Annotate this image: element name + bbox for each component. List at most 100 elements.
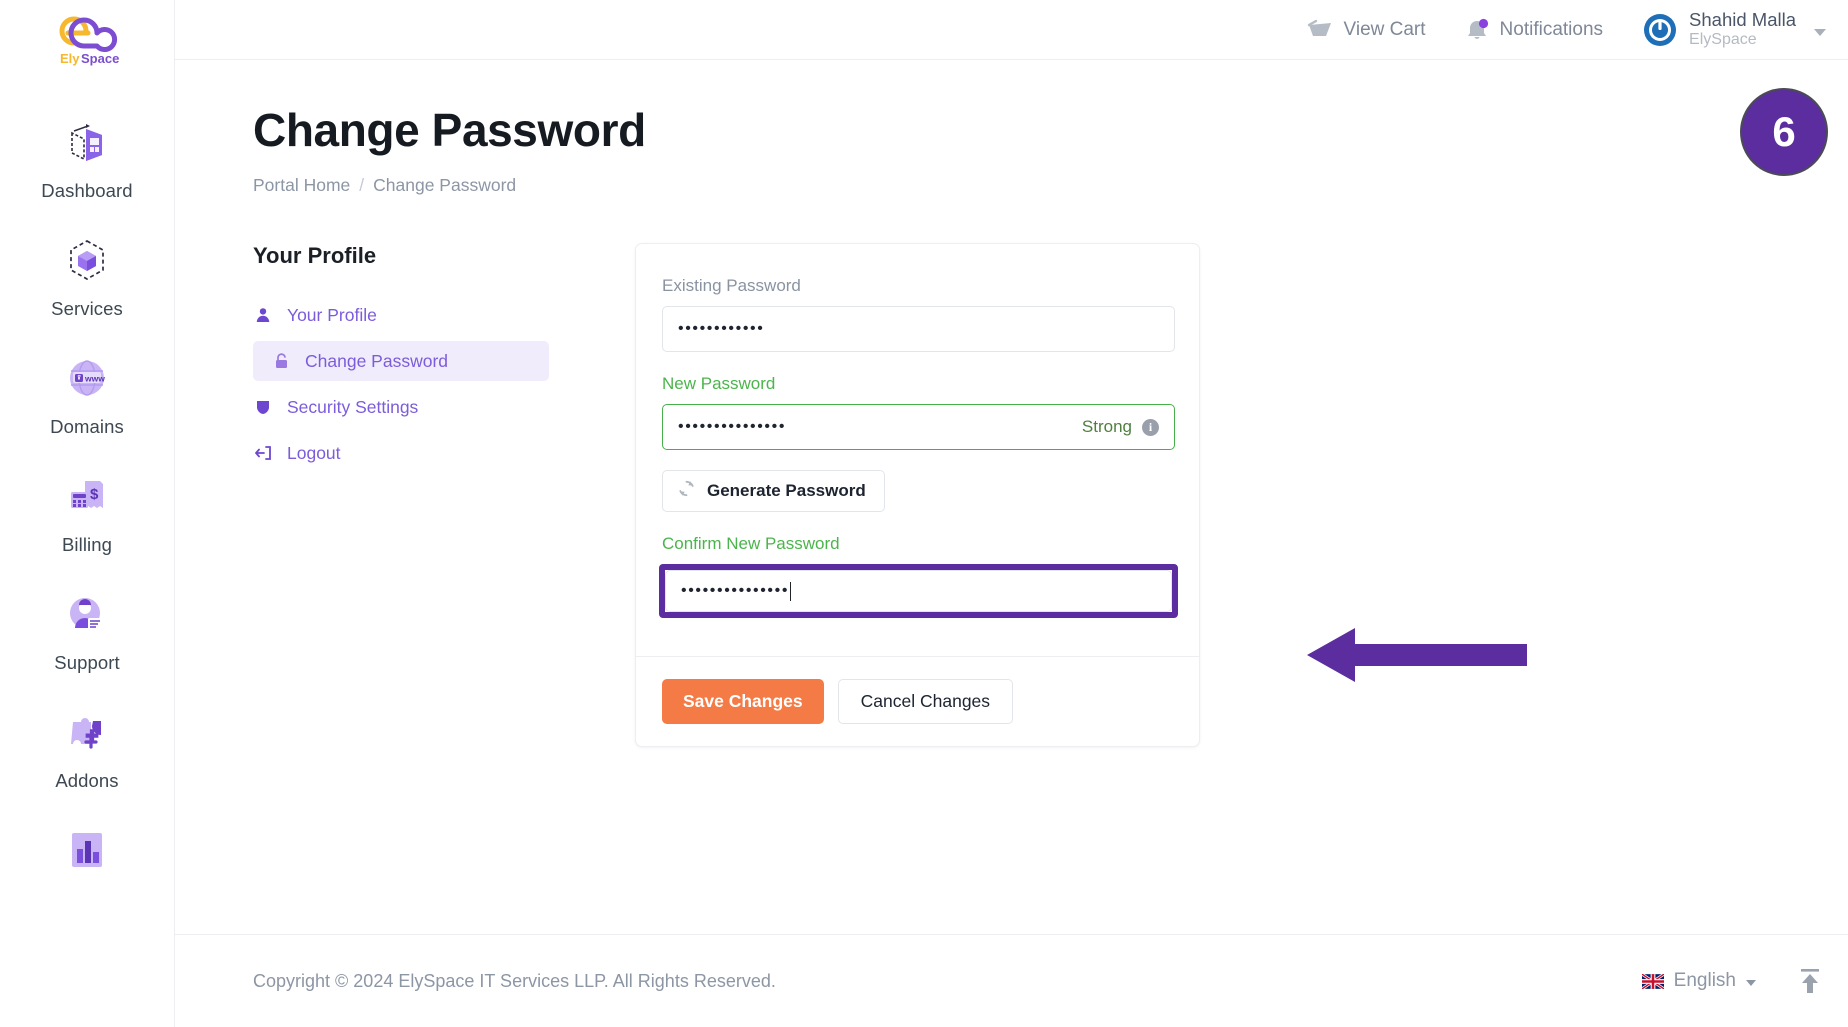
notifications-label: Notifications <box>1499 18 1604 40</box>
new-password-field: New Password ••••••••••••••• Strong i <box>662 374 1175 451</box>
scroll-to-top-button[interactable] <box>1798 968 1822 994</box>
user-name: Shahid Malla <box>1689 9 1796 31</box>
dashboard-icon <box>59 114 115 170</box>
sidebar-item-support[interactable]: Support <box>0 570 174 688</box>
page-footer: Copyright © 2024 ElySpace IT Services LL… <box>175 934 1848 1027</box>
breadcrumb-current: Change Password <box>373 175 517 196</box>
profile-nav-item-change-password[interactable]: Change Password <box>253 341 549 382</box>
generate-password-label: Generate Password <box>707 481 866 501</box>
breadcrumb-portal-home[interactable]: Portal Home <box>253 175 350 196</box>
sidebar-item-dashboard[interactable]: Dashboard <box>0 98 174 216</box>
profile-nav-heading: Your Profile <box>253 243 377 269</box>
text-caret <box>790 581 792 601</box>
new-password-label: New Password <box>662 374 776 394</box>
bell-icon <box>1464 17 1490 43</box>
sidebar: Ely Space Dashboard Services www Domains… <box>0 0 175 1027</box>
uk-flag-icon <box>1641 973 1664 989</box>
sidebar-item-reports[interactable] <box>0 806 174 902</box>
breadcrumb: Portal Home / Change Password <box>253 175 1848 196</box>
profile-nav-label: Your Profile <box>287 304 377 325</box>
existing-password-input[interactable]: •••••••••••• <box>662 306 1175 353</box>
profile-nav-column: Your Profile Your Profile Change Passwor… <box>253 243 593 747</box>
step-number-badge: 6 <box>1740 88 1828 176</box>
brand-logo[interactable]: Ely Space <box>0 0 174 76</box>
user-menu[interactable]: Shahid Malla ElySpace <box>1643 9 1826 49</box>
sidebar-item-addons[interactable]: Addons <box>0 688 174 806</box>
language-label: English <box>1673 970 1736 991</box>
existing-password-field: Existing Password •••••••••••• <box>662 276 1175 353</box>
support-agent-icon <box>59 586 115 642</box>
generate-password-button[interactable]: Generate Password <box>662 470 885 513</box>
profile-nav-item-security-settings[interactable]: Security Settings <box>253 387 593 427</box>
sidebar-item-label: Dashboard <box>41 180 133 201</box>
svg-text:Space: Space <box>81 51 119 66</box>
logout-icon <box>253 445 273 461</box>
copyright-text: Copyright © 2024 ElySpace IT Services LL… <box>253 970 776 991</box>
domains-globe-icon: www <box>59 350 115 406</box>
card-footer: Save Changes Cancel Changes <box>636 656 1199 746</box>
profile-nav-item-your-profile[interactable]: Your Profile <box>253 295 593 335</box>
confirm-password-field: Confirm New Password ••••••••••••••• <box>659 534 1178 619</box>
card-body: Existing Password •••••••••••• New Passw… <box>636 244 1199 656</box>
main-area: View Cart Notifications Shahid Malla Ely… <box>175 0 1848 1027</box>
change-password-card: Existing Password •••••••••••• New Passw… <box>635 243 1200 748</box>
user-icon <box>253 307 273 323</box>
sidebar-nav: Dashboard Services www Domains $ Billing… <box>0 76 174 902</box>
new-password-value: ••••••••••••••• <box>678 418 787 436</box>
sidebar-item-billing[interactable]: $ Billing <box>0 452 174 570</box>
password-strength-label: Strong <box>1081 417 1132 437</box>
cart-icon <box>1306 17 1334 43</box>
page-content: Change Password Portal Home / Change Pas… <box>175 60 1848 934</box>
page-title: Change Password <box>253 104 646 156</box>
billing-invoice-icon: $ <box>59 468 115 524</box>
breadcrumb-separator: / <box>359 175 365 196</box>
sidebar-item-label: Billing <box>61 534 113 555</box>
user-info: Shahid Malla ElySpace <box>1689 9 1796 49</box>
sidebar-item-services[interactable]: Services <box>0 216 174 334</box>
info-icon[interactable]: i <box>1142 418 1159 436</box>
profile-nav-list: Your Profile Change Password Security Se… <box>253 295 593 479</box>
existing-password-value: •••••••••••• <box>678 320 765 338</box>
sidebar-item-label: Support <box>54 652 120 673</box>
svg-text:www: www <box>84 374 105 384</box>
profile-nav-label: Security Settings <box>287 396 419 417</box>
sidebar-item-domains[interactable]: www Domains <box>0 334 174 452</box>
user-company: ElySpace <box>1689 30 1757 48</box>
elyspace-logo-icon: Ely Space <box>59 16 119 66</box>
svg-text:$: $ <box>90 486 99 503</box>
notifications-button[interactable]: Notifications <box>1464 17 1604 43</box>
refresh-icon <box>678 480 695 502</box>
lock-icon <box>271 353 291 369</box>
profile-nav-label: Change Password <box>305 350 448 371</box>
confirm-password-label: Confirm New Password <box>662 534 840 554</box>
sidebar-item-label: Addons <box>55 770 119 791</box>
cancel-changes-button[interactable]: Cancel Changes <box>837 679 1014 725</box>
confirm-password-highlight: ••••••••••••••• <box>659 564 1178 619</box>
svg-text:Ely: Ely <box>60 51 80 66</box>
confirm-password-value: ••••••••••••••• <box>681 582 790 600</box>
reports-chart-icon <box>59 822 115 878</box>
power-avatar-icon <box>1643 13 1677 47</box>
sidebar-item-label: Domains <box>50 416 124 437</box>
content-columns: Your Profile Your Profile Change Passwor… <box>253 243 1848 748</box>
shield-icon <box>253 399 273 415</box>
existing-password-label: Existing Password <box>662 276 801 296</box>
app-root: Ely Space Dashboard Services www Domains… <box>0 0 1848 1027</box>
new-password-input[interactable]: ••••••••••••••• Strong i <box>662 404 1175 451</box>
profile-nav-label: Logout <box>287 442 341 463</box>
services-cube-icon <box>59 232 115 288</box>
sidebar-item-label: Services <box>51 298 123 319</box>
profile-nav-item-logout[interactable]: Logout <box>253 433 593 473</box>
confirm-password-input[interactable]: ••••••••••••••• <box>665 570 1172 613</box>
save-changes-button[interactable]: Save Changes <box>662 679 824 725</box>
language-selector[interactable]: English <box>1641 970 1756 992</box>
chevron-down-icon[interactable] <box>1814 29 1826 36</box>
arrow-up-icon <box>1801 969 1819 993</box>
view-cart-button[interactable]: View Cart <box>1306 17 1426 43</box>
addons-puzzle-icon <box>59 704 115 760</box>
view-cart-label: View Cart <box>1343 18 1426 40</box>
footer-right: English <box>1641 968 1822 994</box>
chevron-down-icon[interactable] <box>1746 980 1756 986</box>
topbar: View Cart Notifications Shahid Malla Ely… <box>175 0 1848 60</box>
password-strength: Strong i <box>1082 417 1159 437</box>
